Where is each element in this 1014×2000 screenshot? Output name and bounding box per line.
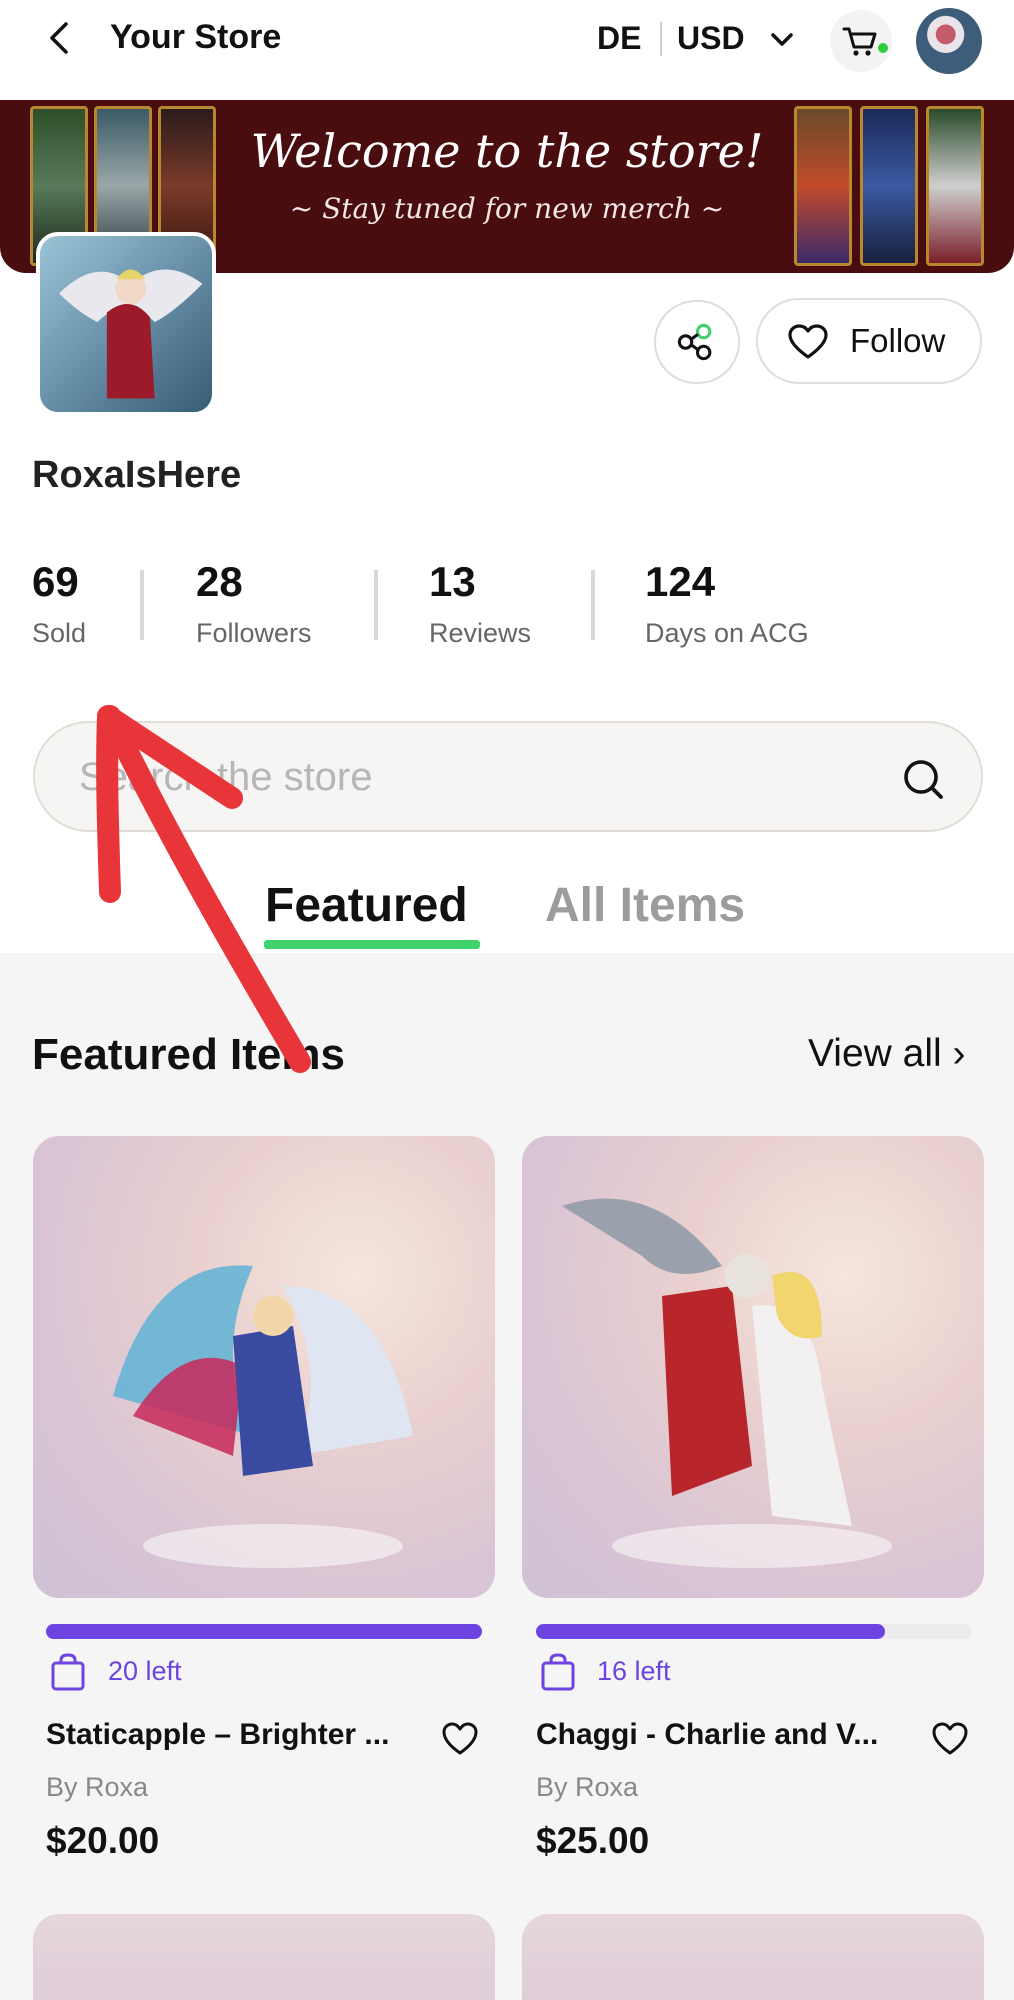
language-selector[interactable]: DE [597,20,641,57]
stat-days-label: Days on ACG [645,618,809,648]
product-image[interactable] [33,1136,495,1598]
product-price: $25.00 [536,1820,650,1861]
follow-button[interactable]: Follow [756,298,982,384]
stat-reviews-value: 13 [429,558,476,605]
search-icon[interactable] [901,757,945,801]
product-name[interactable]: Chaggi - Charlie and V... [536,1718,878,1752]
stock-progress-bar [536,1624,972,1639]
stat-divider [140,570,144,640]
shopping-bag-icon [51,1653,85,1691]
product-seller: By Roxa [536,1772,639,1802]
divider [660,22,662,56]
store-avatar-art [59,269,203,399]
stat-sold-label: Sold [32,618,87,648]
product-image[interactable] [522,1136,984,1598]
stat-divider [374,570,378,640]
cart-icon [842,27,877,56]
currency-selector[interactable]: USD [677,20,745,57]
cart-notification-dot [878,43,888,53]
tab-all-items[interactable]: All Items [545,878,745,933]
stat-sold-value: 69 [32,558,79,605]
chevron-down-icon[interactable] [768,26,796,54]
heart-icon[interactable] [932,1722,968,1756]
share-button[interactable] [654,300,740,384]
product-figure-art [113,1265,413,1568]
tab-active-indicator [264,940,480,949]
share-icon [677,323,712,361]
product-price: $20.00 [46,1820,160,1861]
store-name: RoxaIsHere [32,454,242,496]
cart-button[interactable] [830,10,892,72]
stat-followers-label: Followers [196,618,312,648]
product-name[interactable]: Staticapple – Brighter ... [46,1718,389,1752]
section-title: Featured Items [32,1030,345,1079]
heart-icon[interactable] [442,1722,478,1756]
stock-left-label: 20 left [108,1656,182,1686]
stat-days-value: 124 [645,558,716,605]
product-seller: By Roxa [46,1772,149,1802]
view-all-link[interactable]: View all › [808,1032,966,1076]
stat-reviews-label: Reviews [429,618,532,648]
banner-title: Welcome to the store! [250,124,764,178]
follow-label: Follow [850,322,946,359]
product-figure-art [562,1198,892,1568]
stat-followers-value: 28 [196,558,243,605]
user-avatar[interactable] [916,8,982,74]
back-arrow-icon[interactable] [40,18,80,58]
page-title: Your Store [110,18,282,56]
store-search-bar[interactable] [33,721,983,832]
shopping-bag-icon [541,1653,575,1691]
heart-icon [788,324,828,359]
search-input[interactable] [79,751,839,803]
stock-progress-fill [536,1624,885,1639]
top-bar: Your Store DE USD [0,0,1014,78]
stock-progress-fill [46,1624,482,1639]
product-image[interactable] [33,1914,495,2000]
stat-divider [591,570,595,640]
tab-featured[interactable]: Featured [265,878,468,933]
stock-left-label: 16 left [597,1656,671,1686]
product-image[interactable] [522,1914,984,2000]
banner-subtitle: ~ Stay tuned for new merch ~ [289,192,725,225]
stock-progress-bar [46,1624,482,1639]
store-avatar [36,232,216,416]
